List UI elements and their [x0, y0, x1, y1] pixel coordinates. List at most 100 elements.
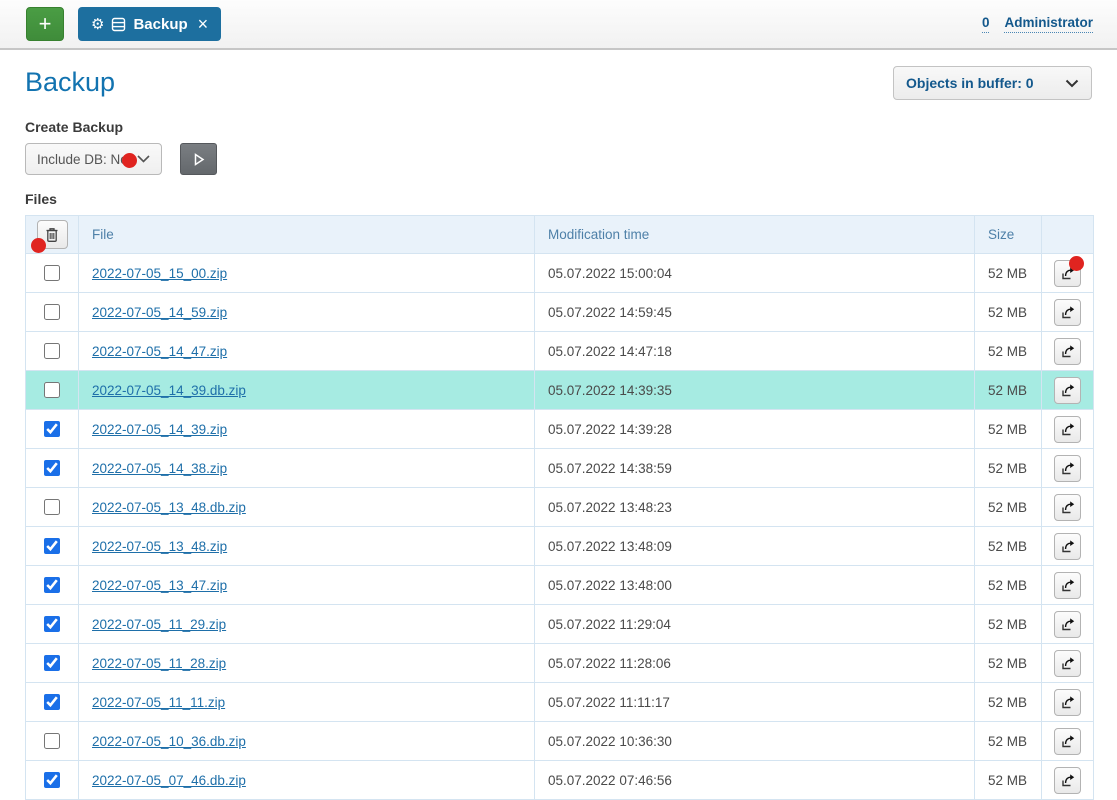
modification-time: 05.07.2022 13:48:23 [535, 488, 975, 527]
file-link[interactable]: 2022-07-05_11_11.zip [92, 695, 225, 710]
database-icon [111, 17, 126, 32]
table-row[interactable]: 2022-07-05_11_11.zip 05.07.2022 11:11:17… [26, 683, 1094, 722]
file-link[interactable]: 2022-07-05_13_48.db.zip [92, 500, 246, 515]
row-checkbox[interactable] [44, 382, 60, 398]
row-checkbox[interactable] [44, 577, 60, 593]
modification-time: 05.07.2022 10:36:30 [535, 722, 975, 761]
restore-button[interactable] [1054, 455, 1081, 482]
column-header-file[interactable]: File [79, 216, 535, 254]
file-size: 52 MB [975, 566, 1042, 605]
restore-upload-icon [1060, 421, 1076, 437]
restore-button[interactable] [1054, 299, 1081, 326]
file-link[interactable]: 2022-07-05_14_47.zip [92, 344, 227, 359]
file-link[interactable]: 2022-07-05_10_36.db.zip [92, 734, 246, 749]
table-row[interactable]: 2022-07-05_11_29.zip 05.07.2022 11:29:04… [26, 605, 1094, 644]
row-checkbox[interactable] [44, 655, 60, 671]
table-row[interactable]: 2022-07-05_14_39.db.zip 05.07.2022 14:39… [26, 371, 1094, 410]
file-link[interactable]: 2022-07-05_15_00.zip [92, 266, 227, 281]
file-size: 52 MB [975, 722, 1042, 761]
table-row[interactable]: 2022-07-05_14_39.zip 05.07.2022 14:39:28… [26, 410, 1094, 449]
file-size: 52 MB [975, 254, 1042, 293]
row-checkbox[interactable] [44, 265, 60, 281]
table-row[interactable]: 2022-07-05_13_48.zip 05.07.2022 13:48:09… [26, 527, 1094, 566]
table-row[interactable]: 2022-07-05_13_48.db.zip 05.07.2022 13:48… [26, 488, 1094, 527]
column-header-size[interactable]: Size [975, 216, 1042, 254]
row-checkbox[interactable] [44, 499, 60, 515]
create-backup-heading: Create Backup [25, 120, 1092, 134]
chevron-down-icon [1065, 79, 1079, 88]
row-checkbox[interactable] [44, 733, 60, 749]
notification-count[interactable]: 0 [982, 15, 990, 33]
restore-upload-icon [1060, 694, 1076, 710]
user-link[interactable]: Administrator [1004, 15, 1093, 33]
chevron-down-icon [137, 155, 150, 163]
table-row[interactable]: 2022-07-05_10_36.db.zip 05.07.2022 10:36… [26, 722, 1094, 761]
table-row[interactable]: 2022-07-05_15_00.zip 05.07.2022 15:00:04… [26, 254, 1094, 293]
restore-button[interactable] [1054, 572, 1081, 599]
restore-button[interactable] [1054, 377, 1081, 404]
delete-selected-button[interactable] [37, 220, 68, 249]
close-icon[interactable]: × [198, 14, 209, 35]
add-tab-button[interactable]: + [26, 7, 64, 41]
row-checkbox[interactable] [44, 616, 60, 632]
table-header-row: File Modification time Size [26, 216, 1094, 254]
file-size: 52 MB [975, 683, 1042, 722]
row-checkbox[interactable] [44, 772, 60, 788]
file-link[interactable]: 2022-07-05_14_39.zip [92, 422, 227, 437]
tab-backup[interactable]: ⚙ Backup × [78, 7, 221, 41]
include-db-dropdown[interactable]: Include DB: No [25, 143, 162, 175]
main-content: Backup Objects in buffer: 0 Create Backu… [0, 50, 1117, 800]
row-checkbox[interactable] [44, 694, 60, 710]
restore-button[interactable] [1054, 650, 1081, 677]
restore-button[interactable] [1054, 533, 1081, 560]
modification-time: 05.07.2022 14:47:18 [535, 332, 975, 371]
table-row[interactable]: 2022-07-05_14_38.zip 05.07.2022 14:38:59… [26, 449, 1094, 488]
row-checkbox[interactable] [44, 421, 60, 437]
user-area: 0 Administrator [982, 15, 1093, 33]
restore-button[interactable] [1054, 338, 1081, 365]
column-header-actions [1042, 216, 1094, 254]
files-table-body: 2022-07-05_15_00.zip 05.07.2022 15:00:04… [26, 254, 1094, 800]
table-row[interactable]: 2022-07-05_14_59.zip 05.07.2022 14:59:45… [26, 293, 1094, 332]
file-link[interactable]: 2022-07-05_13_48.zip [92, 539, 227, 554]
run-backup-button[interactable] [180, 143, 217, 175]
file-link[interactable]: 2022-07-05_11_29.zip [92, 617, 226, 632]
restore-button[interactable] [1054, 260, 1081, 287]
trash-icon [45, 227, 59, 243]
restore-upload-icon [1060, 616, 1076, 632]
table-row[interactable]: 2022-07-05_14_47.zip 05.07.2022 14:47:18… [26, 332, 1094, 371]
row-checkbox[interactable] [44, 538, 60, 554]
column-header-modification-time[interactable]: Modification time [535, 216, 975, 254]
restore-button[interactable] [1054, 689, 1081, 716]
restore-button[interactable] [1054, 611, 1081, 638]
table-row[interactable]: 2022-07-05_07_46.db.zip 05.07.2022 07:46… [26, 761, 1094, 800]
objects-in-buffer-dropdown[interactable]: Objects in buffer: 0 [893, 66, 1092, 100]
restore-upload-icon [1060, 733, 1076, 749]
file-link[interactable]: 2022-07-05_14_59.zip [92, 305, 227, 320]
file-size: 52 MB [975, 527, 1042, 566]
restore-upload-icon [1060, 577, 1076, 593]
restore-button[interactable] [1054, 728, 1081, 755]
file-size: 52 MB [975, 449, 1042, 488]
row-checkbox[interactable] [44, 304, 60, 320]
click-marker [31, 238, 46, 253]
file-link[interactable]: 2022-07-05_14_39.db.zip [92, 383, 246, 398]
file-size: 52 MB [975, 761, 1042, 800]
buffer-label: Objects in buffer: 0 [906, 75, 1034, 91]
restore-upload-icon [1060, 343, 1076, 359]
restore-button[interactable] [1054, 416, 1081, 443]
restore-upload-icon [1060, 772, 1076, 788]
restore-button[interactable] [1054, 767, 1081, 794]
play-icon [191, 152, 206, 167]
row-checkbox[interactable] [44, 460, 60, 476]
row-checkbox[interactable] [44, 343, 60, 359]
file-link[interactable]: 2022-07-05_11_28.zip [92, 656, 226, 671]
table-row[interactable]: 2022-07-05_13_47.zip 05.07.2022 13:48:00… [26, 566, 1094, 605]
file-link[interactable]: 2022-07-05_07_46.db.zip [92, 773, 246, 788]
modification-time: 05.07.2022 14:39:35 [535, 371, 975, 410]
file-link[interactable]: 2022-07-05_13_47.zip [92, 578, 227, 593]
file-size: 52 MB [975, 488, 1042, 527]
restore-button[interactable] [1054, 494, 1081, 521]
file-link[interactable]: 2022-07-05_14_38.zip [92, 461, 227, 476]
table-row[interactable]: 2022-07-05_11_28.zip 05.07.2022 11:28:06… [26, 644, 1094, 683]
